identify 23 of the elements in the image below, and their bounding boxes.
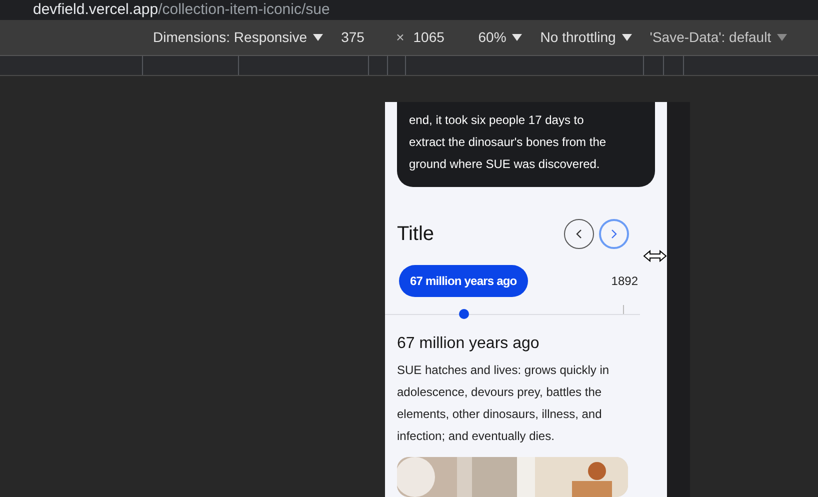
caret-down-icon — [313, 34, 324, 41]
card-text: extract the dinosaur's bones from the — [409, 134, 608, 151]
caret-down-icon — [512, 34, 522, 41]
caret-down-icon — [777, 34, 788, 41]
entry-text: SUE hatches and lives: grows quickly in adolescence, devours prey, battles the elements, other dinosaurs, illness, and infection; and eventually dies. — [397, 362, 610, 445]
year-label: 1892 — [611, 274, 638, 288]
chevron-right-icon — [610, 229, 618, 239]
previous-button[interactable] — [564, 219, 594, 249]
card-text: end, it took six people 17 days to — [409, 112, 585, 129]
timeline-marker[interactable] — [459, 309, 470, 319]
section-title: Title — [397, 222, 434, 246]
chevron-left-icon — [575, 229, 583, 239]
save-data-dropdown[interactable]: 'Save-Data': default — [650, 29, 788, 46]
era-pill[interactable]: 67 million years ago — [399, 265, 528, 297]
card-text: ground where SUE was discovered. — [409, 156, 601, 173]
times-sign: × — [396, 29, 404, 46]
dimensions-dropdown[interactable]: Dimensions: Responsive — [153, 29, 324, 46]
zoom-dropdown[interactable]: 60% — [478, 29, 522, 46]
width-field[interactable]: 375 — [341, 29, 382, 46]
caret-down-icon — [622, 34, 632, 41]
entry-heading: 67 million years ago — [397, 335, 540, 353]
throttling-dropdown[interactable]: No throttling — [540, 29, 632, 46]
height-field[interactable]: 1065 — [413, 29, 454, 46]
